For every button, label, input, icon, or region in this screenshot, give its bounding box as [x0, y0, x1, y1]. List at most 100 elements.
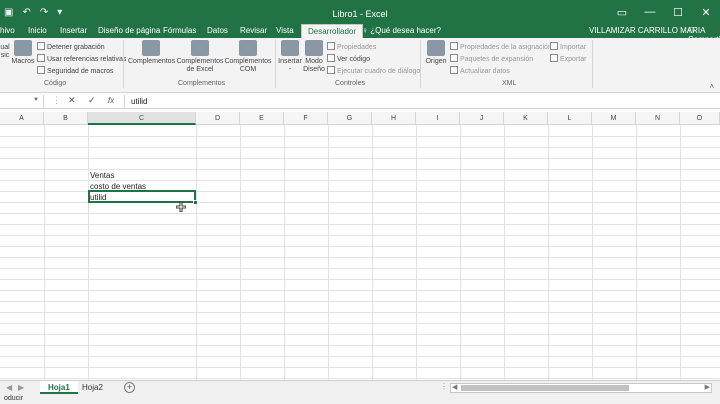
importar-button[interactable]: Importar — [550, 42, 586, 51]
tell-me-search[interactable]: ♀ ¿Qué desea hacer? — [362, 26, 441, 35]
grid-hline — [0, 136, 720, 137]
import-icon — [550, 42, 558, 50]
sheet-tab-hoja1[interactable]: Hoja1 — [40, 381, 78, 394]
stop-recording-icon — [37, 42, 45, 50]
detener-grabacion-button[interactable]: Detener grabación — [37, 42, 105, 51]
grid-vline — [504, 125, 505, 380]
paquetes-expansion-button[interactable]: Paquetes de expansión — [450, 54, 533, 63]
macros-button[interactable]: Macros — [11, 40, 35, 66]
column-header-d[interactable]: D — [196, 112, 240, 125]
column-header-c[interactable]: C — [88, 112, 196, 125]
exportar-button[interactable]: Exportar — [550, 54, 586, 63]
grid-vline — [88, 125, 89, 380]
tab-diseno-pagina[interactable]: Diseño de página — [98, 26, 160, 35]
chevron-down-icon[interactable]: ▼ — [33, 97, 39, 103]
grid-vline — [592, 125, 593, 380]
grid-vline — [548, 125, 549, 380]
close-icon[interactable]: ✕ — [692, 0, 720, 24]
column-header-m[interactable]: M — [592, 112, 636, 125]
grid-hline — [0, 268, 720, 269]
grid-hline — [0, 246, 720, 247]
column-header-n[interactable]: N — [636, 112, 680, 125]
ribbon-separator — [420, 40, 421, 88]
column-header-o[interactable]: O — [680, 112, 720, 125]
tab-split-handle[interactable]: ⋮ — [440, 382, 448, 391]
origen-button[interactable]: Origen — [424, 40, 448, 66]
ribbon-separator — [592, 40, 593, 88]
tab-insertar[interactable]: Insertar — [60, 26, 87, 35]
horizontal-scrollbar[interactable]: ◀ ▶ — [450, 383, 712, 393]
export-icon — [550, 54, 558, 62]
grid-hline — [0, 378, 720, 379]
column-header-b[interactable]: B — [44, 112, 88, 125]
cancel-icon[interactable]: ✕ — [68, 95, 76, 106]
column-header-k[interactable]: K — [504, 112, 548, 125]
insert-function-icon[interactable]: fx — [108, 96, 114, 105]
ejecutar-cuadro-button[interactable]: Ejecutar cuadro de diálogo — [327, 66, 420, 75]
ribbon: ual sic Macros Detener grabación Usar re… — [0, 38, 720, 93]
tab-archivo[interactable]: hivo — [0, 26, 15, 35]
ribbon-separator — [123, 40, 124, 88]
next-sheet-icon[interactable]: ▶ — [18, 383, 24, 392]
grid-vline — [460, 125, 461, 380]
enter-icon[interactable]: ✓ — [88, 95, 96, 106]
group-label-controles: Controles — [335, 80, 365, 87]
formula-input[interactable]: utilid — [124, 95, 720, 108]
grid-hline — [0, 323, 720, 324]
column-header-j[interactable]: J — [460, 112, 504, 125]
tab-inicio[interactable]: Inicio — [28, 26, 47, 35]
tab-revisar[interactable]: Revisar — [240, 26, 267, 35]
column-header-h[interactable]: H — [372, 112, 416, 125]
maximize-icon[interactable]: ☐ — [664, 0, 692, 24]
name-box[interactable]: ▼ — [0, 95, 44, 108]
tab-formulas[interactable]: Fórmulas — [163, 26, 196, 35]
minimize-icon[interactable]: — — [636, 0, 664, 24]
scroll-right-icon[interactable]: ▶ — [705, 383, 710, 391]
column-header-g[interactable]: G — [328, 112, 372, 125]
worksheet-grid[interactable]: A B C D E F G H I J K L M N O Ventas cos… — [0, 112, 720, 380]
sheet-tab-hoja2[interactable]: Hoja2 — [74, 381, 111, 394]
add-sheet-icon[interactable]: + — [124, 382, 135, 393]
status-bar: oducir — [0, 394, 720, 404]
grid-hline — [0, 356, 720, 357]
collapse-ribbon-icon[interactable]: ˄ — [709, 82, 714, 91]
propiedades-asignacion-button[interactable]: Propiedades de la asignación — [450, 42, 552, 51]
propiedades-button[interactable]: Propiedades — [327, 42, 376, 51]
column-header-f[interactable]: F — [284, 112, 328, 125]
complementos-com-button[interactable]: Complementos COM — [224, 40, 272, 74]
grid-vline — [284, 125, 285, 380]
design-mode-icon — [305, 40, 323, 56]
scroll-thumb[interactable] — [461, 385, 629, 391]
map-properties-icon — [450, 42, 458, 50]
actualizar-datos-button[interactable]: Actualizar datos — [450, 66, 510, 75]
tab-datos[interactable]: Datos — [207, 26, 228, 35]
column-header-a[interactable]: A — [0, 112, 44, 125]
complementos-excel-button[interactable]: Complementos de Excel — [176, 40, 224, 74]
complementos-button[interactable]: Complementos — [128, 40, 175, 66]
column-header-l[interactable]: L — [548, 112, 592, 125]
fill-handle[interactable] — [193, 200, 198, 205]
toolbox-icon — [281, 40, 299, 56]
ribbon-display-options-icon[interactable]: ▭ — [608, 0, 636, 24]
macros-icon — [14, 40, 32, 56]
tab-vista[interactable]: Vista — [276, 26, 294, 35]
previous-sheet-icon[interactable]: ◀ — [6, 383, 12, 392]
view-code-icon — [327, 54, 335, 62]
tab-desarrollador[interactable]: Desarrollador — [301, 24, 364, 38]
grid-hline — [0, 180, 720, 181]
seguridad-macros-button[interactable]: Seguridad de macros — [37, 66, 114, 75]
cell-c-ventas[interactable]: Ventas — [90, 171, 114, 180]
column-header-i[interactable]: I — [416, 112, 460, 125]
insertar-control-button[interactable]: Insertar - — [278, 40, 302, 74]
cell-c-utilidad-editing[interactable]: utilid — [90, 193, 106, 202]
ver-codigo-button[interactable]: Ver código — [327, 54, 370, 63]
grid-hline — [0, 279, 720, 280]
grid-hline — [0, 345, 720, 346]
modo-diseno-button[interactable]: Modo Diseño — [303, 40, 325, 74]
scroll-left-icon[interactable]: ◀ — [452, 383, 457, 391]
lightbulb-icon: ♀ — [362, 26, 371, 35]
grid-hline — [0, 213, 720, 214]
referencias-relativas-button[interactable]: Usar referencias relativas — [37, 54, 126, 63]
column-header-e[interactable]: E — [240, 112, 284, 125]
visual-basic-button[interactable]: ual sic — [0, 44, 10, 60]
